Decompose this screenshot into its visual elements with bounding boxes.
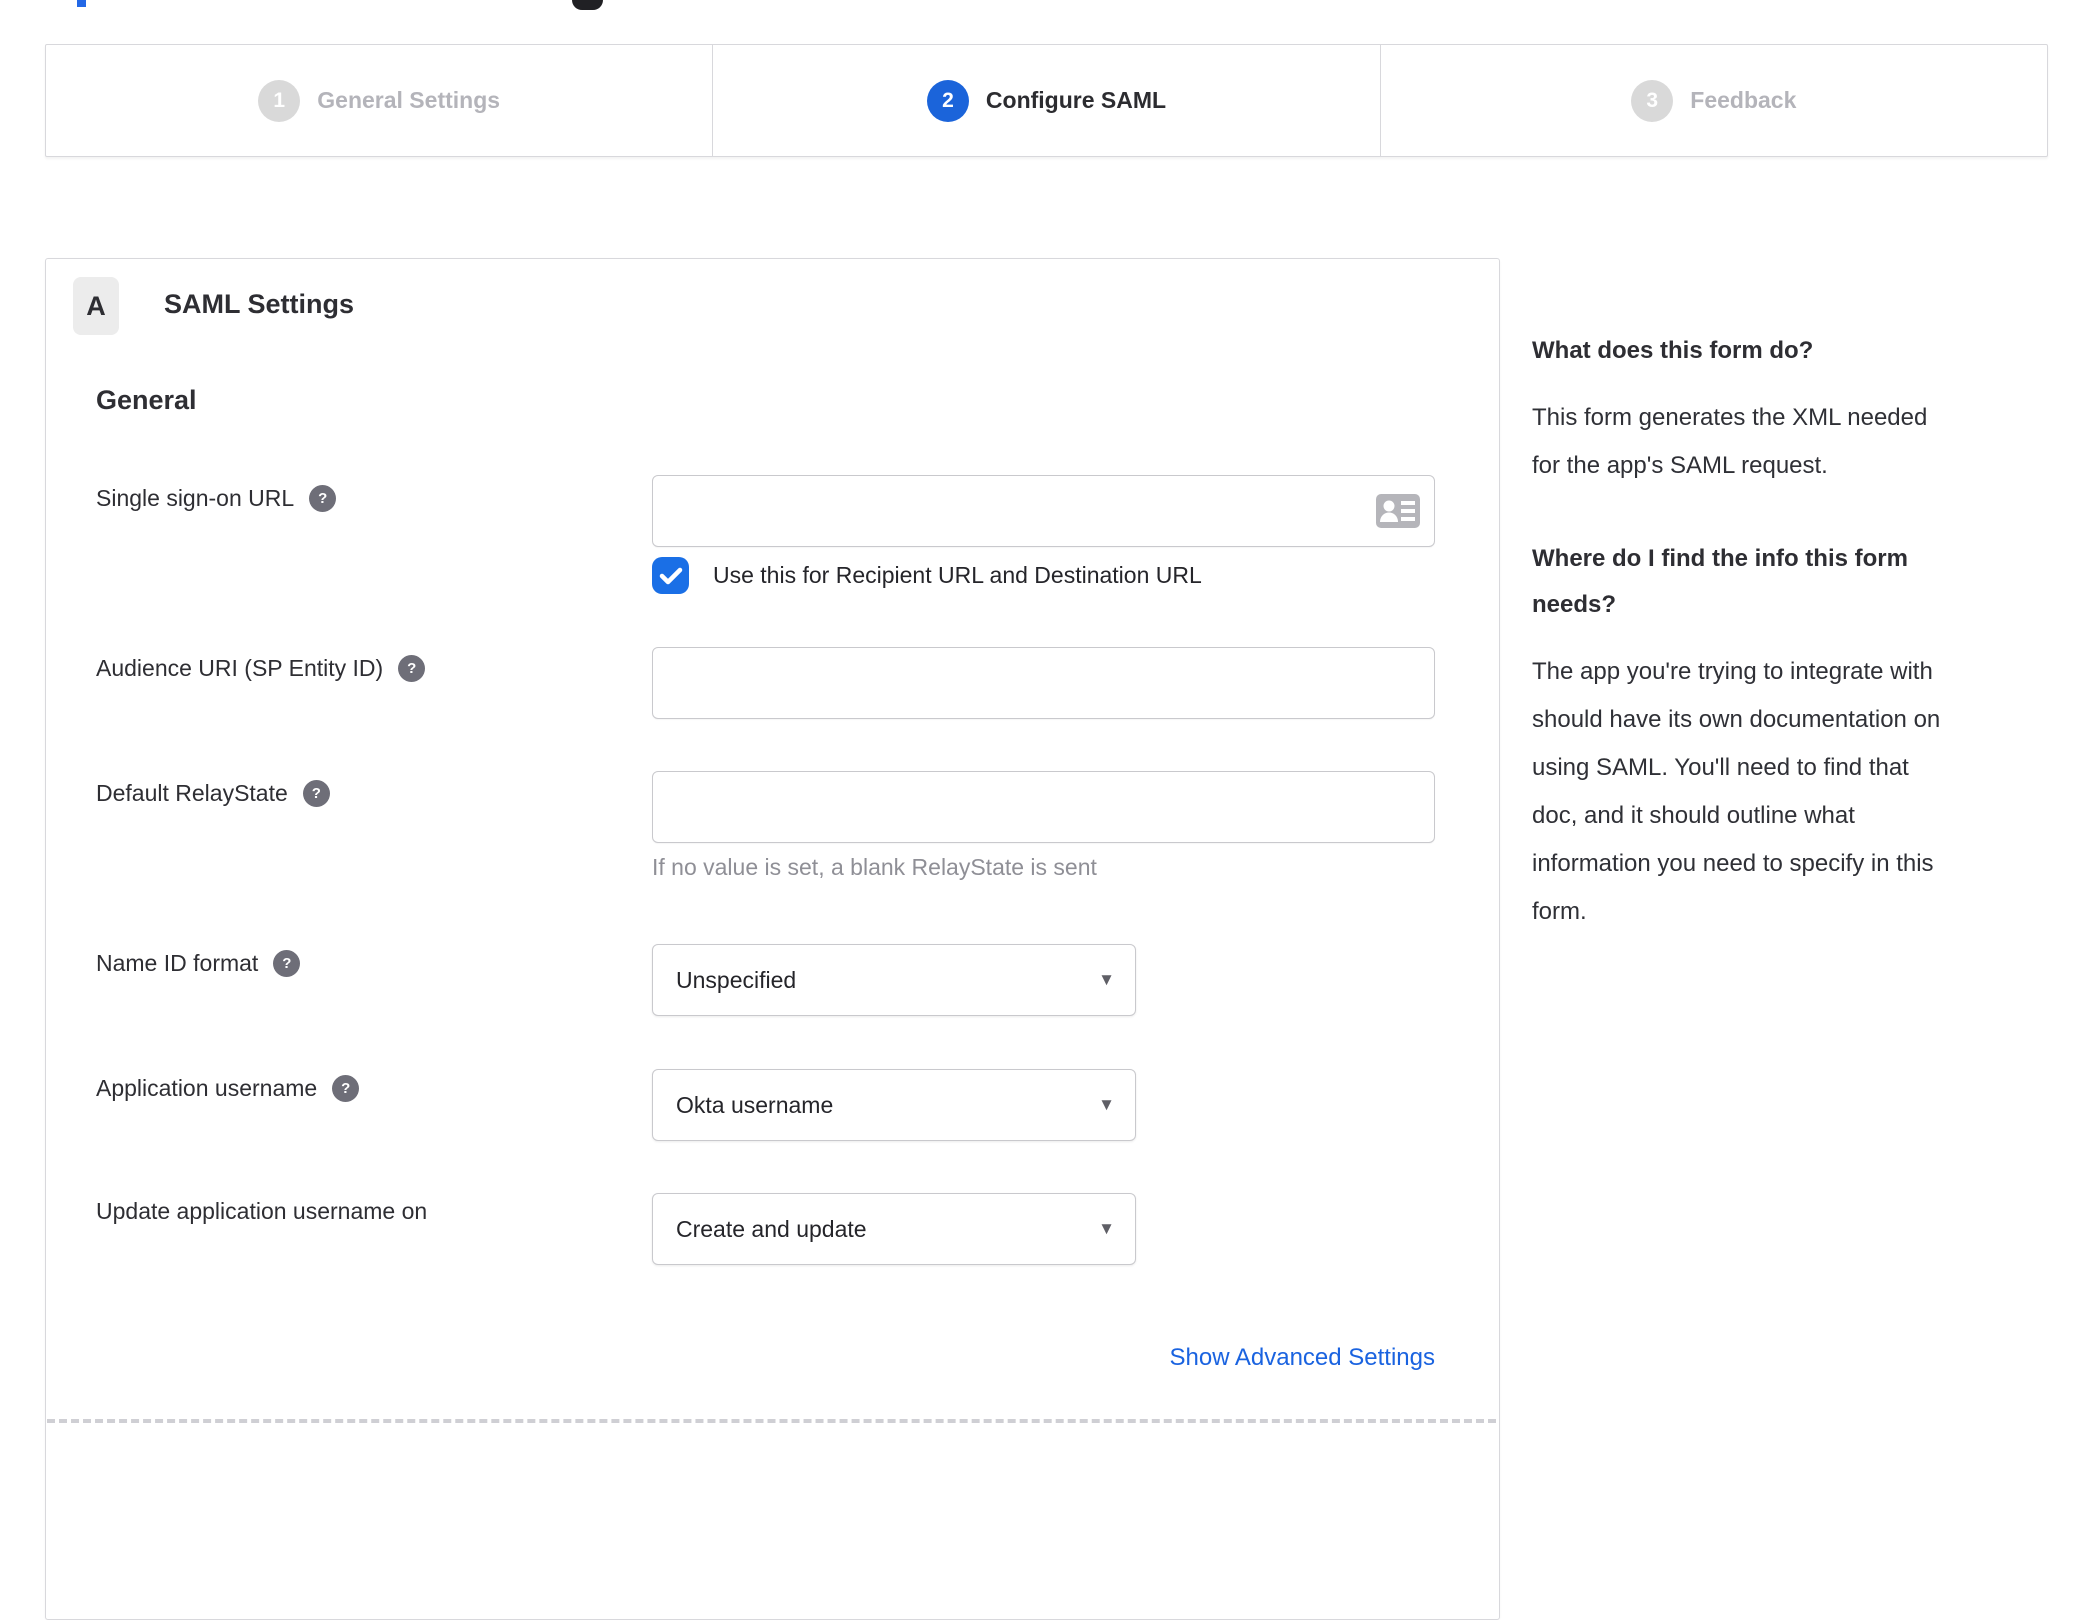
sidebar-text-what: This form generates the XML needed for t… <box>1532 404 1928 479</box>
cutoff-dark-icon <box>572 0 603 10</box>
step-2-circle: 2 <box>926 79 969 122</box>
step-general-settings[interactable]: 1 General Settings <box>46 45 712 156</box>
audience-uri-label: Audience URI (SP Entity ID) <box>96 655 384 681</box>
help-icon[interactable]: ? <box>332 1075 360 1102</box>
help-icon[interactable]: ? <box>398 655 426 682</box>
step-2-label: Configure SAML <box>985 87 1167 113</box>
wizard-stepper: 1 General Settings 2 Configure SAML 3 Fe… <box>45 44 2048 157</box>
app-username-label-row: Application username ? <box>96 1075 360 1102</box>
cutoff-blue-element <box>77 0 86 7</box>
step-feedback[interactable]: 3 Feedback <box>1379 45 2047 156</box>
app-username-label: Application username <box>96 1075 318 1101</box>
chevron-down-icon: ▼ <box>1098 1219 1115 1238</box>
name-id-format-label: Name ID format <box>96 950 259 976</box>
audience-uri-input[interactable] <box>652 647 1435 719</box>
recipient-url-checkbox-row: Use this for Recipient URL and Destinati… <box>652 557 1202 594</box>
sso-url-label-row: Single sign-on URL ? <box>96 485 337 512</box>
sso-url-label: Single sign-on URL <box>96 485 295 511</box>
chevron-down-icon: ▼ <box>1098 1095 1115 1114</box>
help-icon[interactable]: ? <box>302 780 330 807</box>
sso-url-input-wrap <box>652 475 1435 547</box>
recipient-url-checkbox[interactable] <box>652 557 689 594</box>
chevron-down-icon: ▼ <box>1098 970 1115 989</box>
app-username-select[interactable]: Okta username ▼ <box>652 1069 1136 1141</box>
update-username-value: Create and update <box>676 1215 867 1242</box>
check-icon <box>659 567 682 584</box>
audience-uri-label-row: Audience URI (SP Entity ID) ? <box>96 655 426 682</box>
update-username-label-row: Update application username on <box>96 1198 427 1225</box>
sidebar-text-where: The app you're trying to integrate with … <box>1532 658 1941 925</box>
section-dashed-divider <box>47 1419 1496 1423</box>
step-configure-saml[interactable]: 2 Configure SAML <box>712 45 1379 156</box>
name-id-format-label-row: Name ID format ? <box>96 950 301 977</box>
relay-state-label-row: Default RelayState ? <box>96 780 330 807</box>
show-advanced-settings-link[interactable]: Show Advanced Settings <box>652 1344 1435 1372</box>
section-title: SAML Settings <box>164 289 355 319</box>
step-3-label: Feedback <box>1690 87 1797 113</box>
step-1-circle: 1 <box>258 79 301 122</box>
sidebar-heading-what: What does this form do? <box>1532 337 1814 364</box>
help-icon[interactable]: ? <box>309 485 337 512</box>
relay-state-input[interactable] <box>652 771 1435 843</box>
help-icon[interactable]: ? <box>273 950 301 977</box>
saml-settings-panel: A SAML Settings General Single sign-on U… <box>45 258 1500 1620</box>
contact-card-icon[interactable] <box>1376 494 1420 533</box>
step-1-label: General Settings <box>317 87 501 113</box>
help-sidebar: What does this form do? This form genera… <box>1532 328 2048 936</box>
sidebar-heading-where: Where do I find the info this form needs… <box>1532 545 1908 618</box>
app-username-value: Okta username <box>676 1091 834 1118</box>
section-a-badge: A <box>73 277 119 335</box>
name-id-format-value: Unspecified <box>676 966 797 993</box>
step-3-circle: 3 <box>1631 79 1674 122</box>
update-username-select[interactable]: Create and update ▼ <box>652 1193 1136 1265</box>
general-group-title: General <box>96 385 197 415</box>
name-id-format-select[interactable]: Unspecified ▼ <box>652 944 1136 1016</box>
update-username-label: Update application username on <box>96 1198 428 1224</box>
relay-state-hint: If no value is set, a blank RelayState i… <box>652 854 1097 880</box>
sso-url-input[interactable] <box>652 475 1435 547</box>
relay-state-label: Default RelayState <box>96 780 288 806</box>
recipient-url-checkbox-label: Use this for Recipient URL and Destinati… <box>713 562 1202 588</box>
